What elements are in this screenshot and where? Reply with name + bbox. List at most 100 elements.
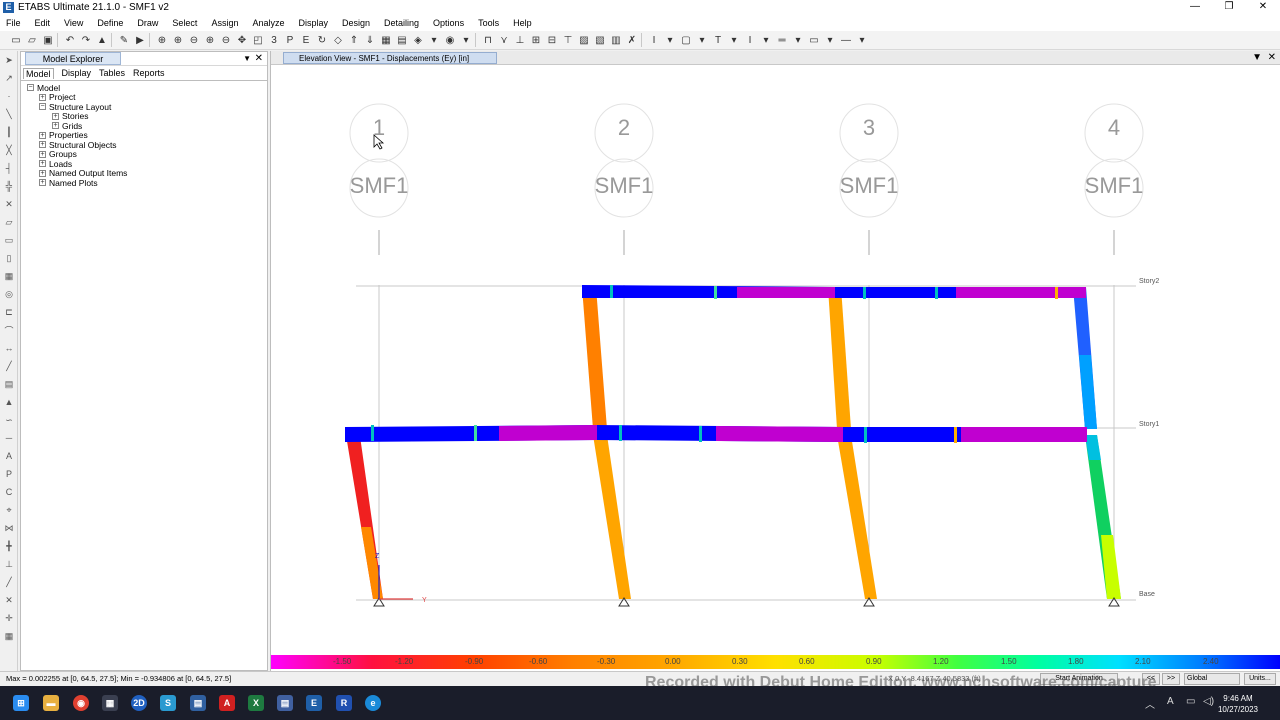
clear-selection-icon[interactable]: C — [0, 483, 18, 501]
tab-model[interactable]: Model — [23, 67, 54, 79]
column-3-upper[interactable] — [828, 287, 851, 429]
elevation-view-icon[interactable]: E — [298, 32, 314, 48]
draw-developed-icon[interactable]: ∽ — [0, 411, 18, 429]
menu-tools[interactable]: Tools — [478, 18, 499, 28]
draw-rect-floor-icon[interactable]: ▭ — [0, 231, 18, 249]
volume-icon[interactable]: ◁) — [1203, 696, 1214, 707]
pin-dropdown-icon[interactable]: ▼ — [243, 52, 251, 65]
snap-intersection-icon[interactable]: ╋ — [0, 537, 18, 555]
select-previous-icon[interactable]: P — [0, 465, 18, 483]
beam-story2-bay2-mid[interactable] — [956, 287, 1086, 298]
draw-opening-icon[interactable]: ◎ — [0, 285, 18, 303]
draw-column-region-icon[interactable]: ╬ — [0, 177, 18, 195]
extrude-icon[interactable]: ◈ — [410, 32, 426, 48]
column-3-lower[interactable] — [837, 435, 877, 599]
etabs-taskbar-icon[interactable]: E — [306, 695, 322, 711]
set-display-icon[interactable]: ▦ — [378, 32, 394, 48]
menu-assign[interactable]: Assign — [211, 18, 238, 28]
menu-view[interactable]: View — [64, 18, 83, 28]
grid-bubble-1[interactable]: 1 SMF1 — [349, 103, 409, 255]
frame-display-icon[interactable]: ◉ — [442, 32, 458, 48]
column-1-lower-bottom[interactable] — [361, 527, 383, 599]
brace-icon[interactable]: ═ — [774, 32, 790, 48]
beam-story1-bay3-mid[interactable] — [961, 427, 1087, 442]
calculator-icon[interactable]: ▦ — [102, 695, 118, 711]
grid-bubble-3[interactable]: 3 SMF1 — [839, 103, 899, 255]
draw-strip-icon[interactable]: ─ — [0, 429, 18, 447]
menu-help[interactable]: Help — [513, 18, 532, 28]
snap-perpendicular-icon[interactable]: ⊥ — [0, 555, 18, 573]
dropdown-arrow-icon[interactable]: ▾ — [458, 32, 474, 48]
section-icon[interactable]: ▢ — [678, 32, 694, 48]
tree-item-grids[interactable]: + Grids — [21, 121, 267, 131]
coordinate-system-select[interactable]: Global — [1184, 673, 1240, 685]
tree-item-groups[interactable]: + Groups — [21, 149, 267, 159]
expand-toggle-icon[interactable]: + — [39, 179, 46, 187]
tab-tables[interactable]: Tables — [99, 68, 125, 78]
2d-app-icon[interactable]: 2D — [131, 695, 147, 711]
windows-start-icon[interactable]: ⊞ — [13, 695, 29, 711]
3d-view-icon[interactable]: 3 — [266, 32, 282, 48]
draw-beam-region-icon[interactable]: ┤ — [0, 159, 18, 177]
draw-grid-icon[interactable]: ▤ — [0, 375, 18, 393]
restore-button[interactable]: ❐ — [1212, 0, 1246, 14]
menu-file[interactable]: File — [6, 18, 21, 28]
column-4-lower-bottom[interactable] — [1101, 535, 1121, 599]
text-icon[interactable]: I — [646, 32, 662, 48]
shell-forces-icon[interactable]: ▨ — [576, 32, 592, 48]
undo-icon[interactable]: ↶ — [62, 32, 78, 48]
menu-analyze[interactable]: Analyze — [252, 18, 284, 28]
draw-brace-icon[interactable]: ╳ — [0, 141, 18, 159]
plan-view-icon[interactable]: P — [282, 32, 298, 48]
tree-item-structure-layout[interactable]: − Structure Layout — [21, 102, 267, 112]
rotate-icon[interactable]: ↻ — [314, 32, 330, 48]
grid-bubble-4[interactable]: 4 SMF1 — [1084, 103, 1144, 255]
tree-item-model[interactable]: − Model — [21, 83, 267, 93]
snap-end-icon[interactable]: ✕ — [0, 591, 18, 609]
view-close-icon[interactable]: ✕ — [1268, 51, 1276, 64]
expand-toggle-icon[interactable]: + — [52, 122, 59, 130]
lock-icon[interactable]: ▲ — [94, 32, 110, 48]
draw-wall-region-icon[interactable]: ▦ — [0, 267, 18, 285]
revit-icon[interactable]: R — [336, 695, 352, 711]
collapse-toggle-icon[interactable]: − — [27, 84, 34, 92]
beam-story1-bay1-mid[interactable] — [499, 425, 597, 441]
draw-column-icon[interactable]: ┃ — [0, 123, 18, 141]
frame-loads-icon[interactable]: ⊓ — [480, 32, 496, 48]
next-button[interactable]: >> — [1162, 673, 1180, 685]
taskbar-clock[interactable]: 9:46 AM 10/27/2023 — [1218, 693, 1258, 715]
network-icon[interactable]: ▭ — [1186, 696, 1195, 707]
move-down-icon[interactable]: ⇓ — [362, 32, 378, 48]
tree-item-structural-objects[interactable]: + Structural Objects — [21, 140, 267, 150]
zoom-step-icon[interactable]: ⊕ — [202, 32, 218, 48]
edge-icon[interactable]: e — [365, 695, 381, 711]
beam-story2-bay1-mid[interactable] — [737, 287, 835, 298]
close-button[interactable]: ✕ — [1246, 0, 1280, 14]
expand-toggle-icon[interactable]: + — [39, 169, 46, 177]
column-2-lower[interactable] — [593, 435, 631, 599]
menu-select[interactable]: Select — [172, 18, 197, 28]
select-pointer-icon[interactable]: ➤ — [0, 51, 18, 69]
snap-icon[interactable]: ⌖ — [0, 501, 18, 519]
draw-brace-region-icon[interactable]: ✕ — [0, 195, 18, 213]
model-canvas[interactable]: 1 SMF1 2 SMF1 3 SMF1 4 SMF1 Story2 Story… — [271, 65, 1280, 655]
dropdown-arrow-icon[interactable]: ▾ — [790, 32, 806, 48]
expand-toggle-icon[interactable]: + — [52, 112, 59, 120]
draw-joint-icon[interactable]: · — [0, 87, 18, 105]
draw-link-icon[interactable]: ⊏ — [0, 303, 18, 321]
expand-toggle-icon[interactable]: + — [39, 141, 46, 149]
misc-design-icon[interactable]: ✗ — [624, 32, 640, 48]
tree-item-project[interactable]: + Project — [21, 92, 267, 102]
support-reactions-icon[interactable]: ⊤ — [560, 32, 576, 48]
joint-loads-icon[interactable]: ⊥ — [512, 32, 528, 48]
snap-fine-grid-icon[interactable]: ▦ — [0, 627, 18, 645]
draw-reference-icon[interactable]: ▲ — [0, 393, 18, 411]
minimize-button[interactable]: — — [1178, 0, 1212, 14]
frame-design-icon[interactable]: ▧ — [592, 32, 608, 48]
menu-define[interactable]: Define — [97, 18, 123, 28]
shell-design-icon[interactable]: ▥ — [608, 32, 624, 48]
menu-display[interactable]: Display — [298, 18, 328, 28]
snap-grid-icon[interactable]: ✛ — [0, 609, 18, 627]
pencil-icon[interactable]: ✎ — [116, 32, 132, 48]
select-all-icon[interactable]: A — [0, 447, 18, 465]
